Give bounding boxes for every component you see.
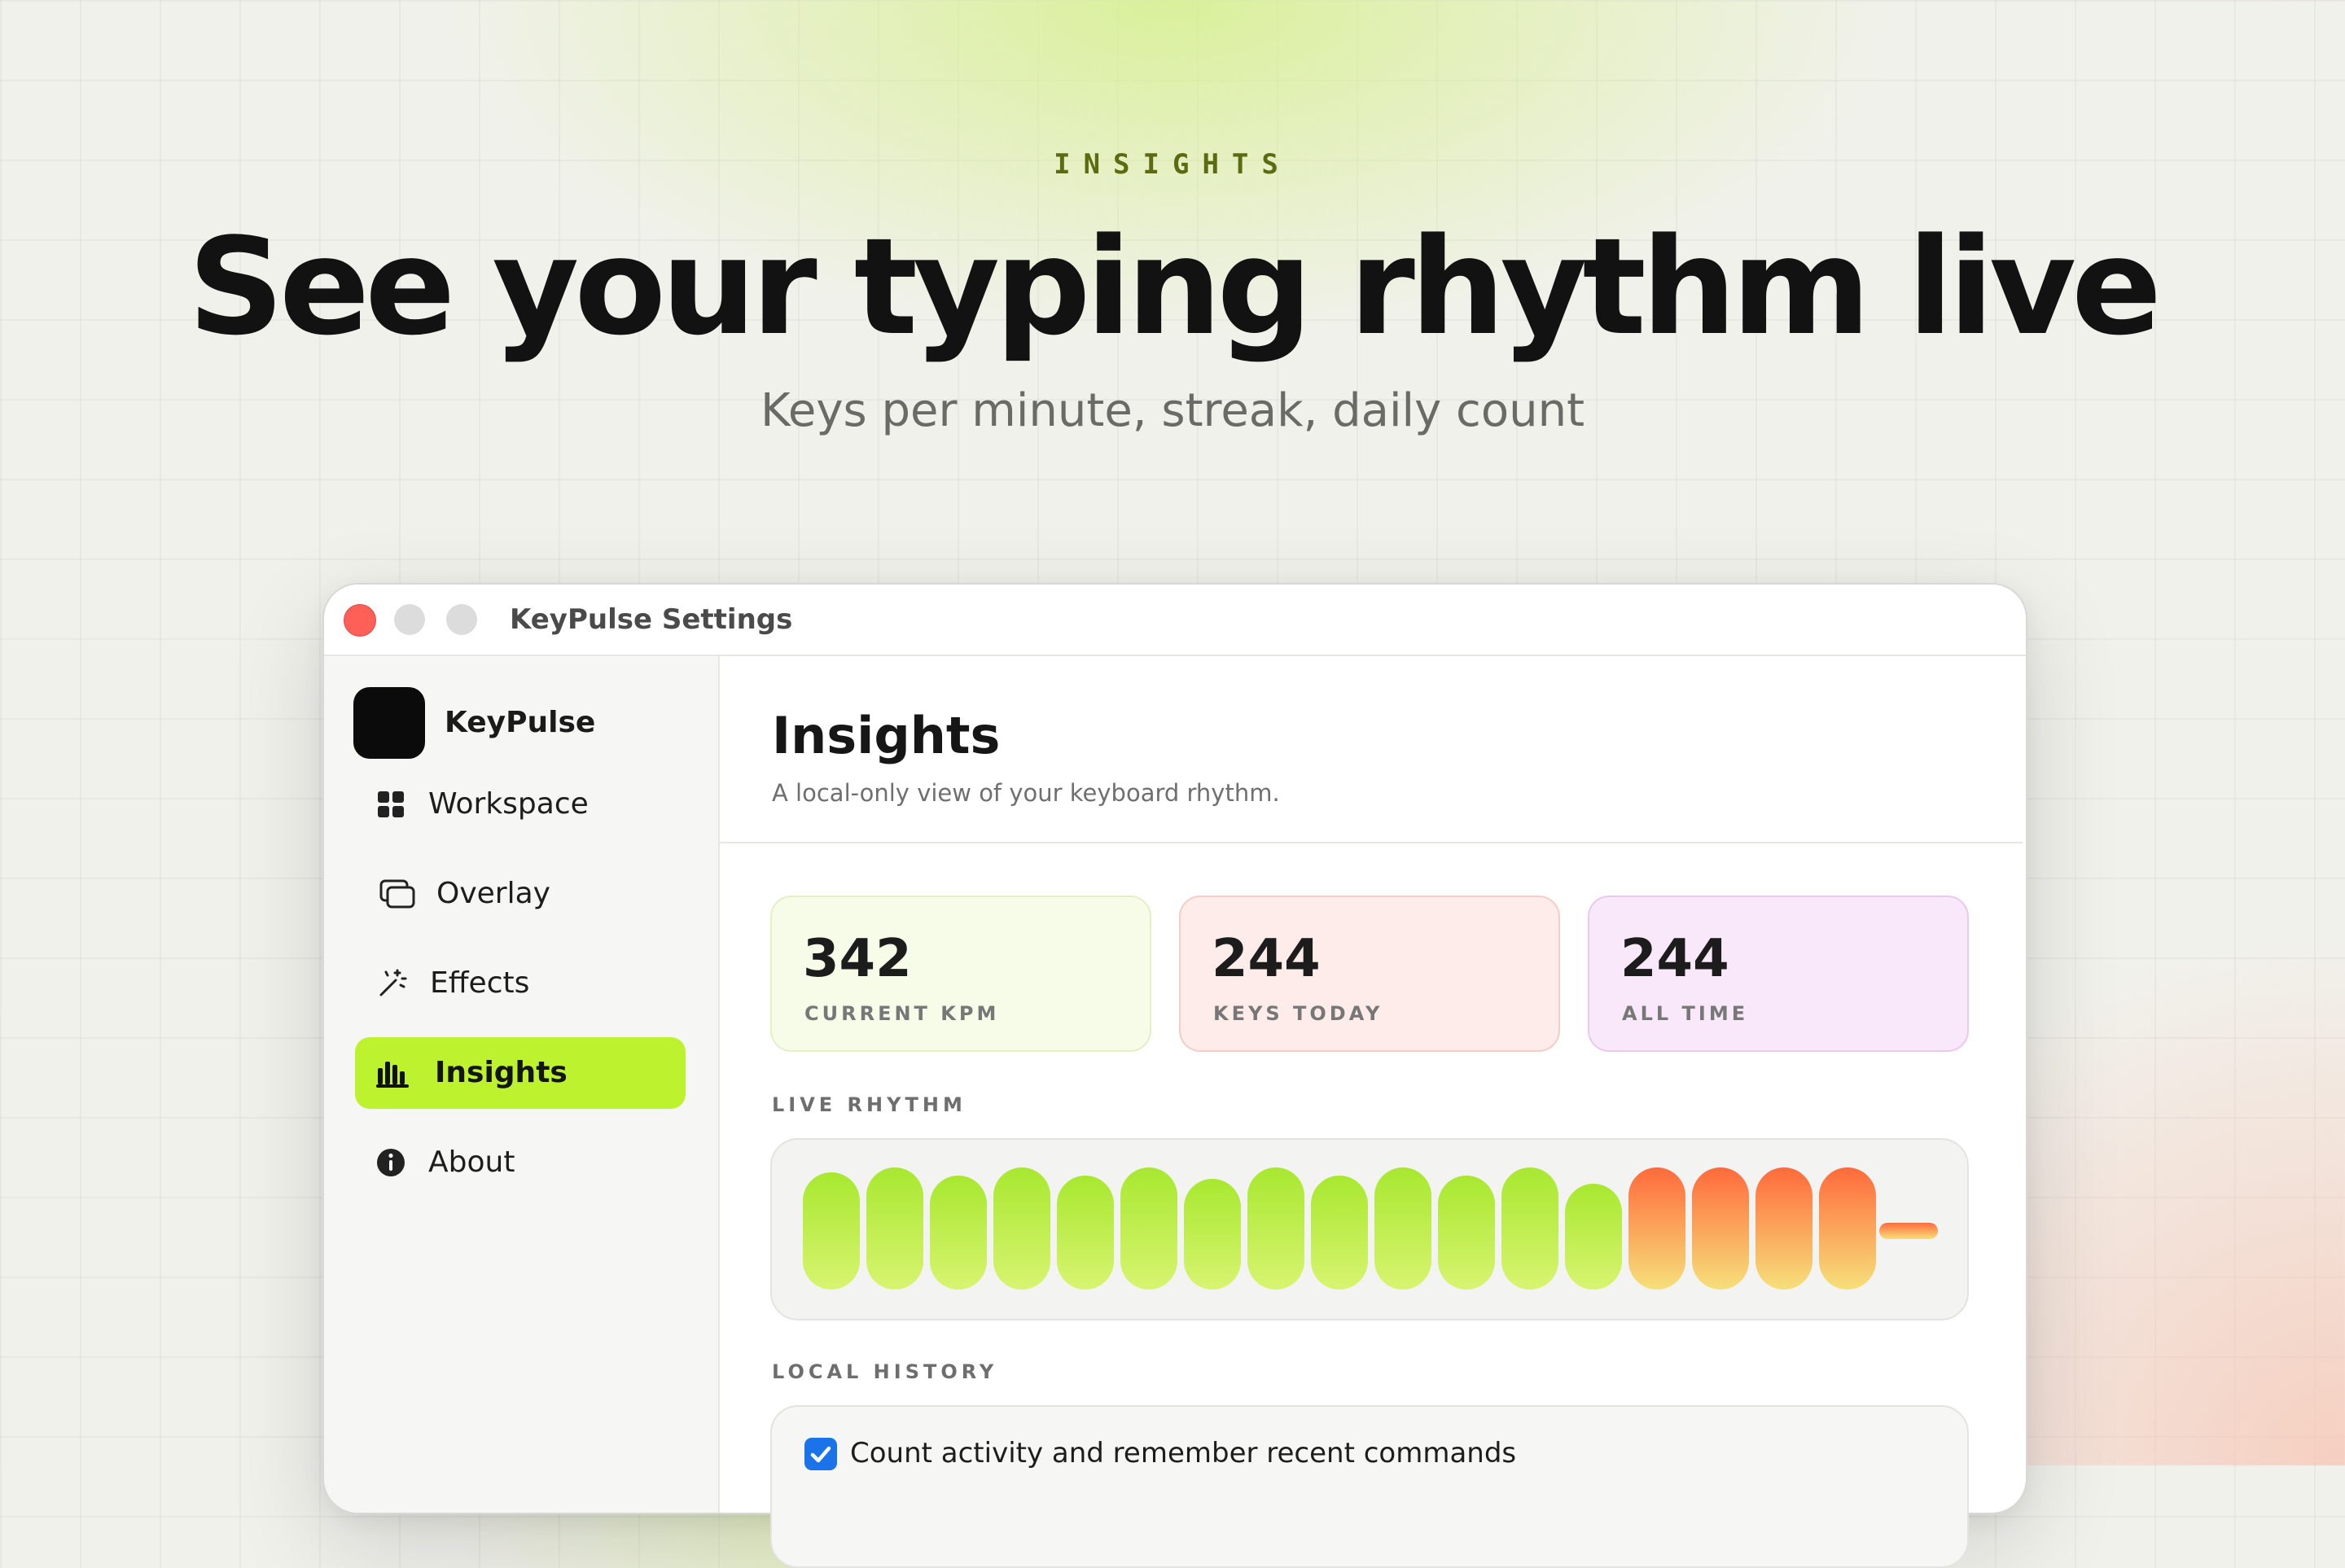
magic-wand-icon [375,967,407,1000]
rhythm-bar [993,1167,1050,1290]
rhythm-bar [1879,1223,1938,1239]
sidebar-item-about[interactable]: About [355,1127,686,1198]
page-subtitle: A local-only view of your keyboard rhyth… [772,779,1280,807]
rhythm-bar [1374,1167,1431,1290]
minimize-window-button[interactable] [394,604,425,635]
rhythm-bar [1057,1176,1114,1290]
rhythm-bar [930,1176,987,1290]
rhythm-bar [1247,1167,1304,1290]
checkmark-icon [810,1446,831,1463]
sidebar-item-workspace[interactable]: Workspace [355,769,686,840]
rhythm-bar [1311,1176,1368,1290]
rhythm-bar [1120,1167,1177,1290]
window-title: KeyPulse Settings [510,603,793,636]
title-bar: KeyPulse Settings [324,585,2026,656]
stat-card-current-kpm: 342 CURRENT KPM [770,896,1151,1052]
page-title: Insights [772,706,1001,765]
stat-label: KEYS TODAY [1213,1002,1383,1025]
sidebar-item-label: Overlay [436,877,550,910]
rhythm-bar [1755,1167,1812,1290]
live-rhythm-label: LIVE RHYTHM [772,1093,966,1116]
sidebar-item-insights[interactable]: Insights [355,1037,686,1109]
sidebar-item-label: About [428,1145,515,1179]
count-activity-label: Count activity and remember recent comma… [850,1437,1517,1469]
sidebar-item-label: Insights [435,1056,568,1089]
info-icon [375,1146,407,1179]
hero-eyebrow: INSIGHTS [1054,148,1291,181]
stat-card-keys-today: 244 KEYS TODAY [1179,896,1560,1052]
overlay-icon [379,878,415,910]
rhythm-bar [1438,1176,1495,1290]
header-divider-line [720,842,2023,843]
rhythm-bar [1184,1179,1241,1290]
rhythm-bar [866,1167,923,1290]
local-history-label: LOCAL HISTORY [772,1360,998,1383]
stat-card-all-time: 244 ALL TIME [1588,896,1969,1052]
live-rhythm-visualizer [770,1138,1969,1321]
rhythm-bar [1628,1167,1685,1290]
sidebar-item-label: Effects [430,966,530,1000]
rhythm-bar [803,1172,860,1290]
stat-label: CURRENT KPM [804,1002,1000,1025]
sidebar-item-label: Workspace [428,787,589,821]
grid-icon [375,788,407,821]
local-history-panel: Count activity and remember recent comma… [770,1405,1969,1568]
app-logo-icon [353,687,425,759]
sidebar-item-overlay[interactable]: Overlay [355,858,686,930]
hero-headline: See your typing rhythm live [187,209,2162,365]
rhythm-bar [1565,1184,1622,1290]
rhythm-bars [803,1167,1938,1290]
zoom-window-button[interactable] [446,604,477,635]
close-window-button[interactable] [344,604,376,637]
main-panel: Insights A local-only view of your keybo… [720,656,2026,1513]
rhythm-bar [1692,1167,1749,1290]
rhythm-bar [1501,1167,1558,1290]
bar-chart-icon [375,1057,409,1089]
stat-value: 342 [803,929,912,989]
sidebar: KeyPulse Workspace Overlay Effects Insig… [324,656,720,1513]
rhythm-bar [1819,1167,1876,1290]
app-name: KeyPulse [445,706,596,739]
count-activity-checkbox[interactable] [804,1438,837,1470]
stat-label: ALL TIME [1622,1002,1749,1025]
stat-value: 244 [1212,929,1321,989]
stat-value: 244 [1620,929,1729,989]
sidebar-item-effects[interactable]: Effects [355,948,686,1019]
hero-subline: Keys per minute, streak, daily count [760,384,1585,437]
